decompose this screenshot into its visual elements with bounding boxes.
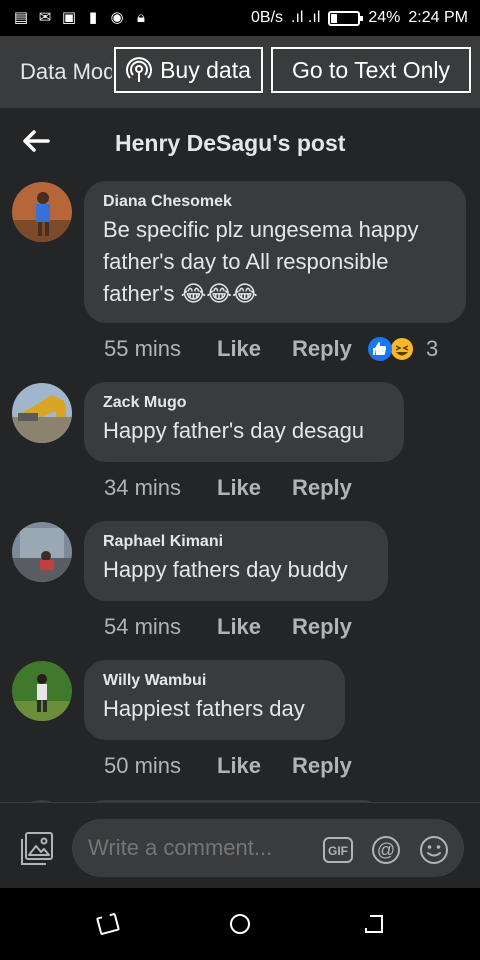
reply-button[interactable]: Reply (292, 753, 352, 779)
gif-icon[interactable]: GIF (323, 835, 353, 865)
notification-icons: ▤ ✉ ▣ ▮ ◉ 🔒︎ (12, 10, 150, 26)
buy-data-label: Buy data (160, 56, 251, 83)
back-arrow-icon[interactable] (22, 130, 50, 152)
home-icon[interactable] (228, 912, 252, 936)
avatar-photo (12, 522, 72, 582)
status-bar: ▤ ✉ ▣ ▮ ◉ 🔒︎ 0B/s .ıl .ıl 24% 2:24 PM (0, 0, 480, 36)
lock-icon: 🔒︎ (137, 9, 145, 26)
system-nav-bar (0, 888, 480, 960)
avatar[interactable] (12, 383, 72, 443)
reply-button[interactable]: Reply (292, 475, 352, 501)
haha-reaction-icon (390, 337, 414, 361)
svg-text:@: @ (377, 840, 395, 860)
comment-composer: GIF @ (0, 802, 480, 888)
comment-author[interactable]: Zack Mugo (103, 394, 384, 412)
image-icon: ▣ (61, 9, 77, 26)
battery-percent: 24% (368, 9, 401, 26)
like-button[interactable]: Like (217, 614, 292, 640)
text-only-button[interactable]: Go to Text Only (271, 47, 471, 93)
comment-bubble[interactable]: Willy Wambui Happiest fathers day (84, 660, 345, 740)
comment-time[interactable]: 55 mins (104, 336, 217, 362)
avatar[interactable] (12, 182, 72, 242)
like-reaction-icon (368, 337, 392, 361)
photo-icon[interactable] (18, 831, 54, 867)
gif-label: GIF (328, 844, 348, 858)
comment-time[interactable]: 34 mins (104, 475, 217, 501)
network-speed: 0B/s (251, 9, 284, 26)
emoji-icon[interactable] (419, 835, 449, 865)
text-only-label: Go to Text Only (291, 56, 451, 83)
buy-data-button[interactable]: Buy data (114, 47, 263, 93)
comment-text: Happy fathers day buddy (103, 557, 348, 582)
avatar[interactable] (12, 661, 72, 721)
comment-meta: 54 mins Like Reply (104, 614, 352, 640)
back-icon[interactable] (362, 912, 386, 936)
like-button[interactable]: Like (217, 475, 292, 501)
avatar[interactable] (12, 522, 72, 582)
comments-feed[interactable]: Diana Chesomek Be specific plz ungesema … (0, 178, 480, 802)
comment-bubble[interactable]: Diana Chesomek Be specific plz ungesema … (84, 181, 466, 323)
comment-text: Be specific plz ungesema happy father's … (103, 217, 419, 306)
sim-icon: ▮ (88, 9, 98, 26)
reaction-summary[interactable]: 3 (368, 336, 438, 362)
comment-bubble[interactable]: Zack Mugo Happy father's day desagu (84, 382, 404, 462)
reply-button[interactable]: Reply (292, 336, 352, 362)
comment-meta: 55 mins Like Reply (104, 336, 352, 362)
comment-author[interactable]: Diana Chesomek (103, 193, 446, 211)
post-header: Henry DeSagu's post (0, 108, 480, 178)
data-mode-bar: Data Mode Buy data Go to Text Only (0, 36, 480, 108)
media-icon: ◉ (110, 9, 124, 26)
avatar-photo (12, 182, 72, 242)
comment-author[interactable]: Willy Wambui (103, 672, 325, 690)
like-button[interactable]: Like (217, 753, 292, 779)
comment-input[interactable] (72, 819, 464, 877)
avatar-photo (12, 661, 72, 721)
data-mode-label: Data Mode (20, 59, 112, 84)
comment-time[interactable]: 50 mins (104, 753, 217, 779)
comment-author[interactable]: Raphael Kimani (103, 533, 368, 551)
signal-icon: .ıl .ıl (291, 9, 321, 26)
avatar-photo (12, 383, 72, 443)
comment-text: Happiest fathers day (103, 696, 305, 721)
broadcast-icon (126, 57, 153, 82)
gmail-icon: ✉ (38, 9, 52, 26)
clock: 2:24 PM (408, 9, 468, 26)
like-button[interactable]: Like (217, 336, 292, 362)
comment-text: Happy father's day desagu (103, 418, 365, 443)
recent-apps-icon[interactable] (96, 912, 120, 936)
comment-bubble[interactable]: Raphael Kimani Happy fathers day buddy (84, 521, 388, 601)
reply-button[interactable]: Reply (292, 614, 352, 640)
comment-time[interactable]: 54 mins (104, 614, 217, 640)
comment-meta: 50 mins Like Reply (104, 753, 352, 779)
page-title: Henry DeSagu's post (115, 130, 346, 156)
comment-meta: 34 mins Like Reply (104, 475, 352, 501)
mention-icon[interactable]: @ (371, 835, 401, 865)
reaction-count: 3 (426, 336, 439, 361)
news-icon: ▤ (13, 9, 29, 26)
battery-icon (328, 10, 364, 26)
